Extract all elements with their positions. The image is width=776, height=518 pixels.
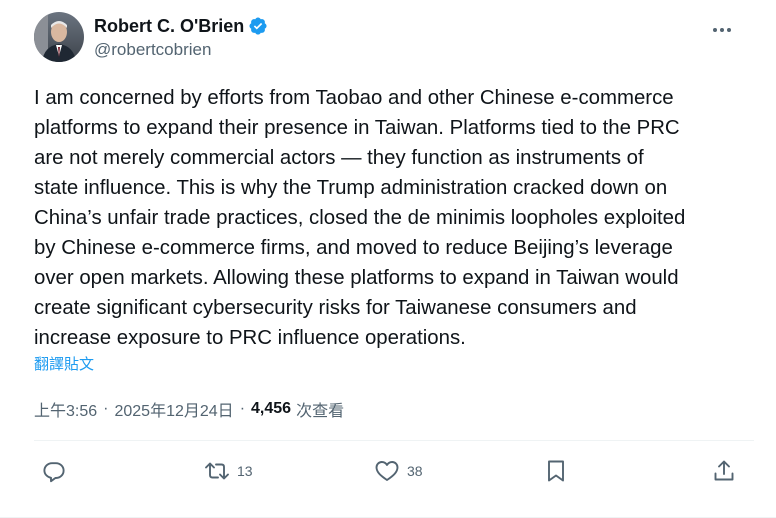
heart-icon bbox=[375, 461, 399, 481]
verified-badge-icon bbox=[248, 16, 268, 36]
action-bar: 13 38 bbox=[34, 456, 744, 486]
like-button[interactable]: 38 bbox=[374, 456, 423, 486]
tweet-date[interactable]: 2025年12月24日 bbox=[114, 397, 233, 421]
tweet-time[interactable]: 上午3:56 bbox=[34, 397, 97, 421]
avatar-image bbox=[34, 12, 84, 62]
tweet-card: Robert C. O'Brien @robertcobrien I am co… bbox=[0, 0, 776, 518]
views-count: 4,456 bbox=[251, 400, 292, 417]
share-icon bbox=[714, 460, 734, 481]
tweet-text: I am concerned by efforts from Taobao an… bbox=[34, 87, 686, 349]
bookmark-button[interactable] bbox=[544, 456, 568, 486]
name-row: Robert C. O'Brien bbox=[94, 14, 268, 38]
avatar[interactable] bbox=[34, 12, 84, 62]
like-count: 38 bbox=[407, 463, 423, 479]
author-block: Robert C. O'Brien @robertcobrien bbox=[94, 14, 268, 60]
meta-separator: · bbox=[239, 400, 246, 417]
views-label: 次查看 bbox=[296, 403, 345, 420]
tweet-metadata: 上午3:56 · 2025年12月24日 · 4,456 次查看 bbox=[34, 397, 344, 421]
meta-separator: · bbox=[103, 400, 109, 417]
share-button[interactable] bbox=[712, 456, 736, 486]
retweet-count: 13 bbox=[237, 463, 253, 479]
more-horizontal-icon[interactable] bbox=[708, 18, 736, 42]
reply-icon bbox=[43, 462, 65, 483]
retweet-button[interactable]: 13 bbox=[204, 456, 253, 486]
bookmark-icon bbox=[548, 460, 564, 482]
reply-button[interactable] bbox=[42, 456, 73, 486]
divider bbox=[34, 440, 754, 441]
author-handle[interactable]: @robertcobrien bbox=[94, 40, 268, 60]
translate-link[interactable]: 翻譯貼文 bbox=[34, 353, 94, 374]
display-name[interactable]: Robert C. O'Brien bbox=[94, 16, 244, 37]
tweet-header: Robert C. O'Brien @robertcobrien bbox=[34, 12, 756, 64]
retweet-icon bbox=[205, 462, 229, 480]
